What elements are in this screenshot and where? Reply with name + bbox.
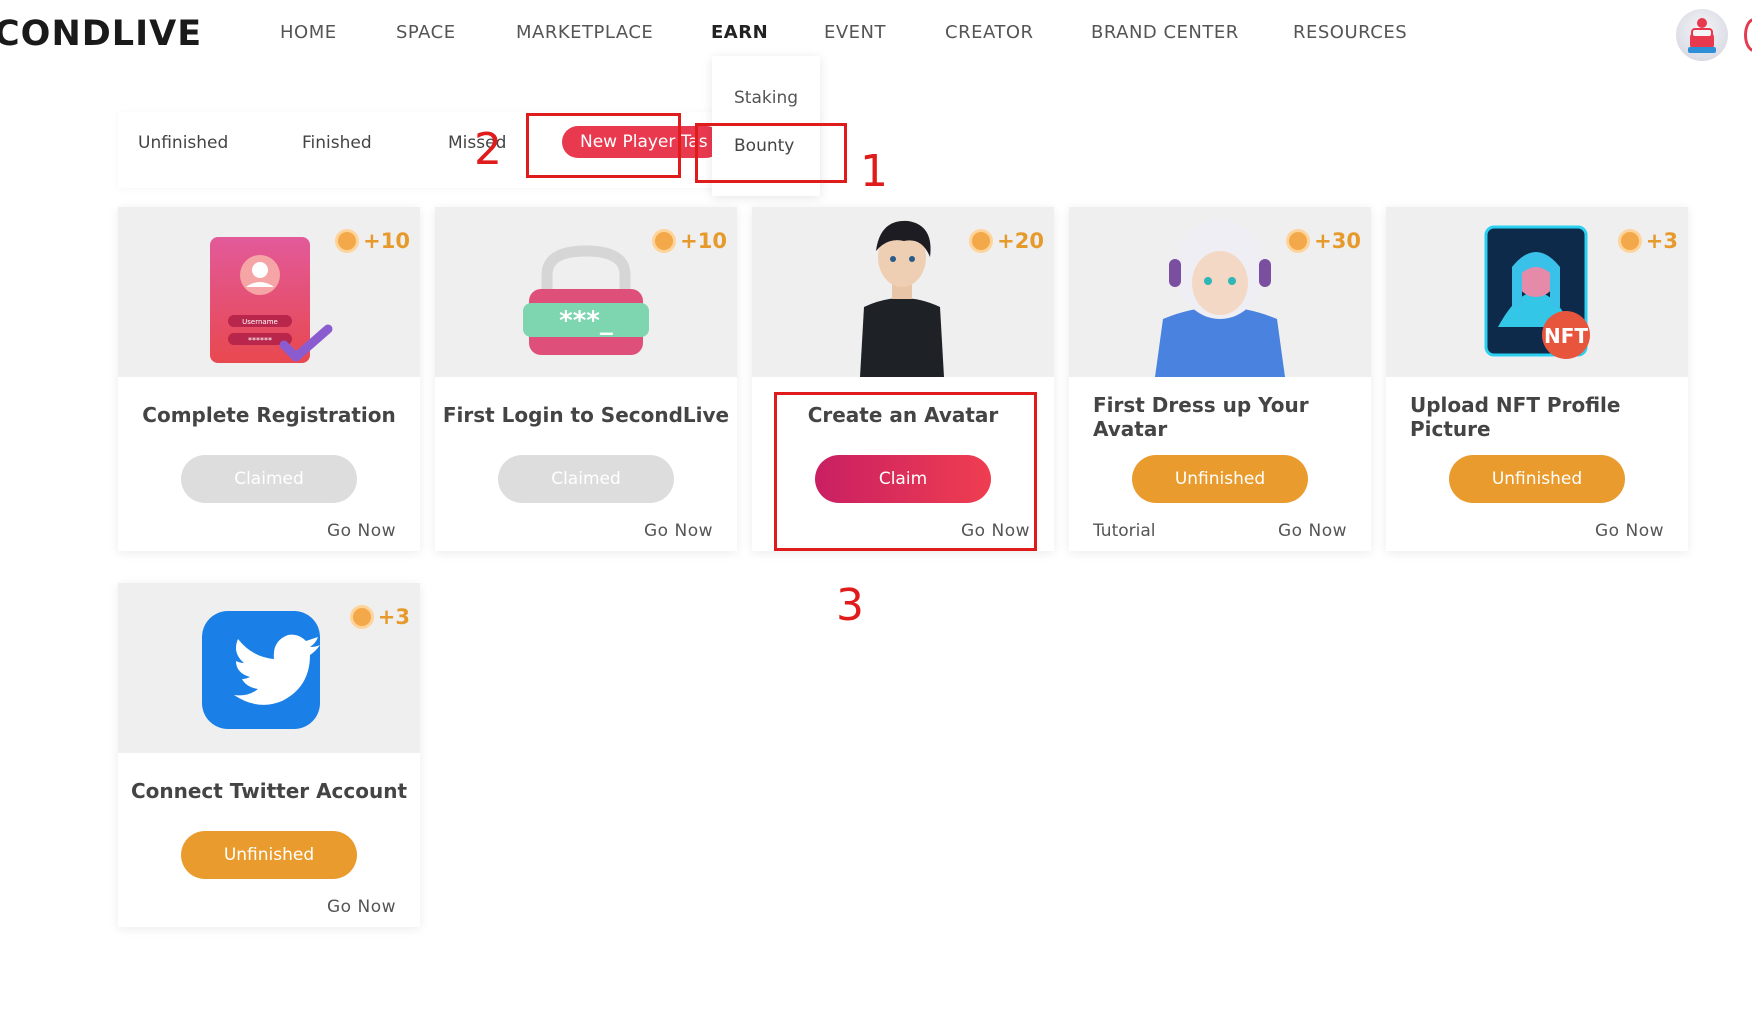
annotation-box-bounty — [695, 123, 847, 183]
nav-event[interactable]: EVENT — [824, 22, 886, 43]
card-title: First Dress up Your Avatar — [1093, 393, 1309, 441]
reward-badge: +3 — [349, 605, 410, 629]
go-now-link[interactable]: Go Now — [1595, 521, 1664, 541]
reward-badge: +30 — [1286, 229, 1361, 253]
reward-badge: +3 — [1617, 229, 1678, 253]
task-card-image: Username ****** +10 — [118, 207, 420, 377]
go-now-link[interactable]: Go Now — [327, 897, 396, 917]
unfinished-button[interactable]: Unfinished — [1132, 455, 1308, 503]
reward-badge: +20 — [969, 229, 1044, 253]
reward-badge: +10 — [335, 229, 410, 253]
task-card-image: +20 — [752, 207, 1054, 377]
task-card-image: +3 — [118, 583, 420, 753]
task-card-image: +30 — [1069, 207, 1371, 377]
task-card-first-login: ***_ +10 First Login to SecondLive Claim… — [435, 207, 737, 551]
nav-space[interactable]: SPACE — [396, 22, 456, 43]
nav-home[interactable]: HOME — [280, 22, 337, 43]
top-navigation-bar: CONDLIVE HOME SPACE MARKETPLACE EARN EVE… — [0, 0, 1752, 64]
nav-resources[interactable]: RESOURCES — [1293, 22, 1407, 43]
claimed-button[interactable]: Claimed — [181, 455, 357, 503]
nft-badge-label: NFT — [1544, 324, 1588, 348]
password-label: ****** — [248, 336, 272, 345]
tab-finished[interactable]: Finished — [302, 133, 372, 153]
card-title: Complete Registration — [142, 403, 396, 427]
reward-badge: +10 — [652, 229, 727, 253]
tutorial-link[interactable]: Tutorial — [1093, 521, 1156, 541]
coin-icon — [969, 229, 994, 253]
coin-icon — [349, 605, 374, 629]
unfinished-button[interactable]: Unfinished — [1449, 455, 1625, 503]
reward-amount: +30 — [1314, 229, 1361, 253]
reward-amount: +20 — [997, 229, 1044, 253]
coin-icon — [335, 229, 360, 253]
username-label: Username — [242, 318, 278, 326]
claimed-button[interactable]: Claimed — [498, 455, 674, 503]
nav-earn[interactable]: EARN — [711, 22, 768, 43]
card-title: Upload NFT Profile Picture — [1410, 393, 1621, 441]
password-field-label: ***_ — [559, 306, 613, 336]
go-now-link[interactable]: Go Now — [644, 521, 713, 541]
tab-unfinished[interactable]: Unfinished — [138, 133, 228, 153]
unfinished-button[interactable]: Unfinished — [181, 831, 357, 879]
annotation-box-new-player-tab — [526, 113, 681, 178]
nav-brand-center[interactable]: BRAND CENTER — [1091, 22, 1239, 43]
robot-avatar-icon — [1688, 18, 1716, 53]
reward-amount: +10 — [363, 229, 410, 253]
task-card-image: ***_ +10 — [435, 207, 737, 377]
task-card-upload-nft: NFT +3 Upload NFT Profile Picture Unfini… — [1386, 207, 1688, 551]
nav-creator[interactable]: CREATOR — [945, 22, 1034, 43]
coin-icon — [1617, 229, 1642, 253]
dropdown-item-staking[interactable]: Staking — [734, 88, 798, 108]
nav-marketplace[interactable]: MARKETPLACE — [516, 22, 653, 43]
annotation-box-claim-button — [774, 392, 1037, 551]
card-title: Connect Twitter Account — [130, 779, 408, 803]
reward-amount: +3 — [1645, 229, 1678, 253]
reward-amount: +10 — [680, 229, 727, 253]
wallet-indicator-icon[interactable] — [1744, 18, 1752, 52]
go-now-link[interactable]: Go Now — [1278, 521, 1347, 541]
task-card-image: NFT +3 — [1386, 207, 1688, 377]
card-title: First Login to SecondLive — [442, 403, 730, 427]
go-now-link[interactable]: Go Now — [327, 521, 396, 541]
coin-icon — [652, 229, 677, 253]
annotation-number-3: 3 — [836, 580, 864, 631]
coin-icon — [1286, 229, 1311, 253]
task-card-registration: Username ****** +10 Complete Registratio… — [118, 207, 420, 551]
annotation-number-1: 1 — [860, 146, 888, 197]
annotation-number-2: 2 — [474, 124, 502, 175]
task-card-dress-up-avatar: +30 First Dress up Your Avatar Unfinishe… — [1069, 207, 1371, 551]
reward-amount: +3 — [377, 605, 410, 629]
user-avatar[interactable] — [1676, 9, 1728, 61]
secondlive-logo[interactable]: CONDLIVE — [0, 14, 202, 54]
task-card-connect-twitter: +3 Connect Twitter Account Unfinished Go… — [118, 583, 420, 927]
